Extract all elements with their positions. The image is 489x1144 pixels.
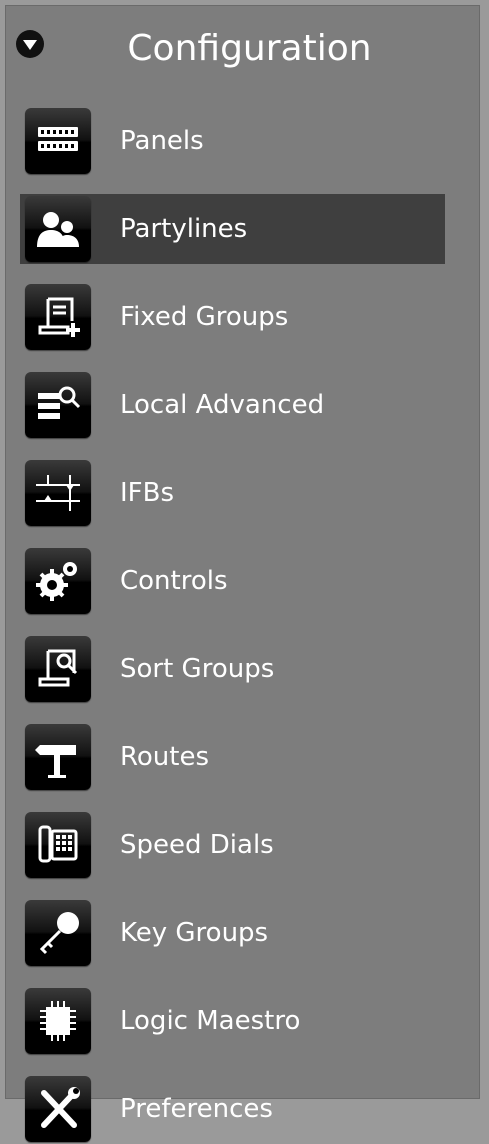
tools-icon [25, 1076, 91, 1142]
menu-item-speed-dials[interactable]: Speed Dials [20, 810, 445, 880]
menu-item-key-groups[interactable]: Key Groups [20, 898, 445, 968]
signpost-icon [25, 724, 91, 790]
menu-item-sort-groups[interactable]: Sort Groups [20, 634, 445, 704]
menu-item-local-advanced[interactable]: Local Advanced [20, 370, 445, 440]
menu-item-preferences[interactable]: Preferences [20, 1074, 445, 1144]
partylines-icon [25, 196, 91, 262]
menu-item-panels[interactable]: Panels [20, 106, 445, 176]
menu-item-label: Sort Groups [120, 654, 275, 684]
menu-item-fixed-groups[interactable]: Fixed Groups [20, 282, 445, 352]
chip-icon [25, 988, 91, 1054]
sort-groups-icon [25, 636, 91, 702]
menu-item-label: Preferences [120, 1094, 273, 1124]
menu-item-logic-maestro[interactable]: Logic Maestro [20, 986, 445, 1056]
menu-item-label: Key Groups [120, 918, 269, 948]
menu-item-label: IFBs [120, 478, 175, 508]
gears-icon [25, 548, 91, 614]
fixed-groups-icon [25, 284, 91, 350]
menu-item-label: Controls [120, 566, 228, 596]
ifbs-icon [25, 460, 91, 526]
panel-header: Configuration [6, 6, 479, 98]
menu-item-label: Local Advanced [120, 390, 325, 420]
panel-title: Configuration [127, 28, 372, 69]
configuration-panel: Configuration Panels Partylines Fixed Gr… [5, 5, 480, 1142]
menu-item-label: Panels [120, 126, 204, 156]
key-icon [25, 900, 91, 966]
menu-item-label: Partylines [120, 214, 248, 244]
panels-icon [25, 108, 91, 174]
menu-item-controls[interactable]: Controls [20, 546, 445, 616]
menu-item-ifbs[interactable]: IFBs [20, 458, 445, 528]
local-advanced-icon [25, 372, 91, 438]
menu-item-label: Logic Maestro [120, 1006, 301, 1036]
menu-item-label: Fixed Groups [120, 302, 289, 332]
menu-item-label: Speed Dials [120, 830, 274, 860]
phone-icon [25, 812, 91, 878]
menu-item-label: Routes [120, 742, 210, 772]
menu-item-partylines[interactable]: Partylines [20, 194, 445, 264]
menu-item-routes[interactable]: Routes [20, 722, 445, 792]
